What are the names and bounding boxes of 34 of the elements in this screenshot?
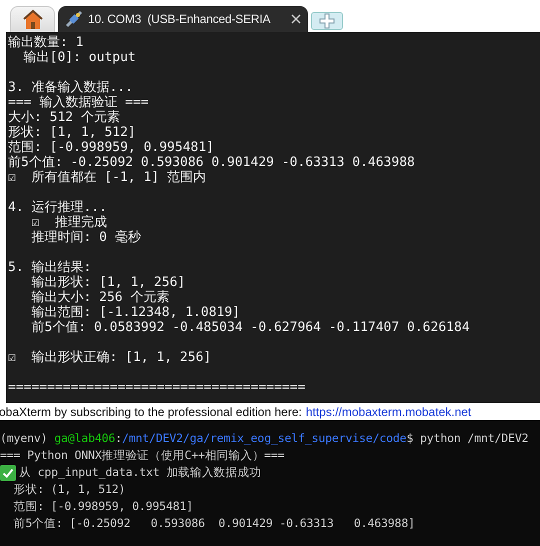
terminal-line: ☑ 推理完成: [30, 215, 107, 230]
prompt-line: (myenv) ga@lab406:/mnt/DEV2/ga/remix_eog_self_supervise/code$ python /mnt/DEV2: [0, 430, 528, 447]
terminal-line: 输出数量: 1: [8, 35, 84, 50]
terminal-line: 3. 准备输入数据...: [8, 80, 133, 95]
terminal-line: 4. 运行推理...: [8, 200, 107, 215]
terminal-line: 从 cpp_input_data.txt 加载输入数据成功: [19, 464, 262, 481]
website-link[interactable]: https://mobaxterm.mobatek.net: [306, 404, 472, 418]
terminal-line: 前5个值: 0.0583992 -0.485034 -0.627964 -0.117407 0.626184: [30, 320, 470, 335]
terminal-line: 输出[0]: output: [22, 50, 136, 65]
terminal-line: 范围: [-0.998959, 0.995481]: [12, 498, 194, 515]
session-tab[interactable]: 10. COM3 (USB-Enhanced-SERIA: [58, 6, 308, 32]
home-tab[interactable]: [10, 6, 55, 32]
close-icon: [290, 13, 302, 25]
terminal-line: 前5个值: [-0.25092 0.593086 0.901429 -0.63313 0.463988]: [12, 515, 415, 532]
terminal-line: 形状: [1, 1, 512]: [8, 125, 136, 140]
terminal-line: 输出形状: [1, 1, 256]: [30, 275, 186, 290]
terminal-line: 输出范围: [-1.12348, 1.0819]: [30, 305, 240, 320]
terminal-line: 范围: [-0.998959, 0.995481]: [8, 140, 214, 155]
terminal-line: 5. 输出结果:: [8, 260, 92, 275]
terminal-line: 前5个值: -0.25092 0.593086 0.901429 -0.63313 0.463988: [8, 155, 415, 170]
terminal-line: ☑ 输出形状正确: [1, 1, 256]: [8, 350, 212, 365]
terminal-line: 推理时间: 0 毫秒: [30, 230, 141, 245]
terminal-line: ☑ 所有值都在 [-1, 1] 范围内: [8, 170, 206, 185]
home-icon: [22, 8, 44, 30]
terminal-line: 形状: (1, 1, 512): [12, 481, 126, 498]
terminal-line: === 输入数据验证 ===: [8, 95, 149, 110]
terminal-line: 大小: 512 个元素: [8, 110, 120, 125]
checkmark-icon: [0, 464, 16, 480]
tab-label: 10. COM3 (USB-Enhanced-SERIA: [88, 12, 272, 26]
terminal-line: ======================================: [8, 380, 306, 395]
terminal-line: === Python ONNX推理验证（使用C++相同输入）===: [0, 447, 284, 464]
terminal-line: 输出大小: 256 个元素: [30, 290, 170, 305]
plug-icon: [64, 9, 84, 29]
new-tab-button[interactable]: [311, 12, 343, 30]
